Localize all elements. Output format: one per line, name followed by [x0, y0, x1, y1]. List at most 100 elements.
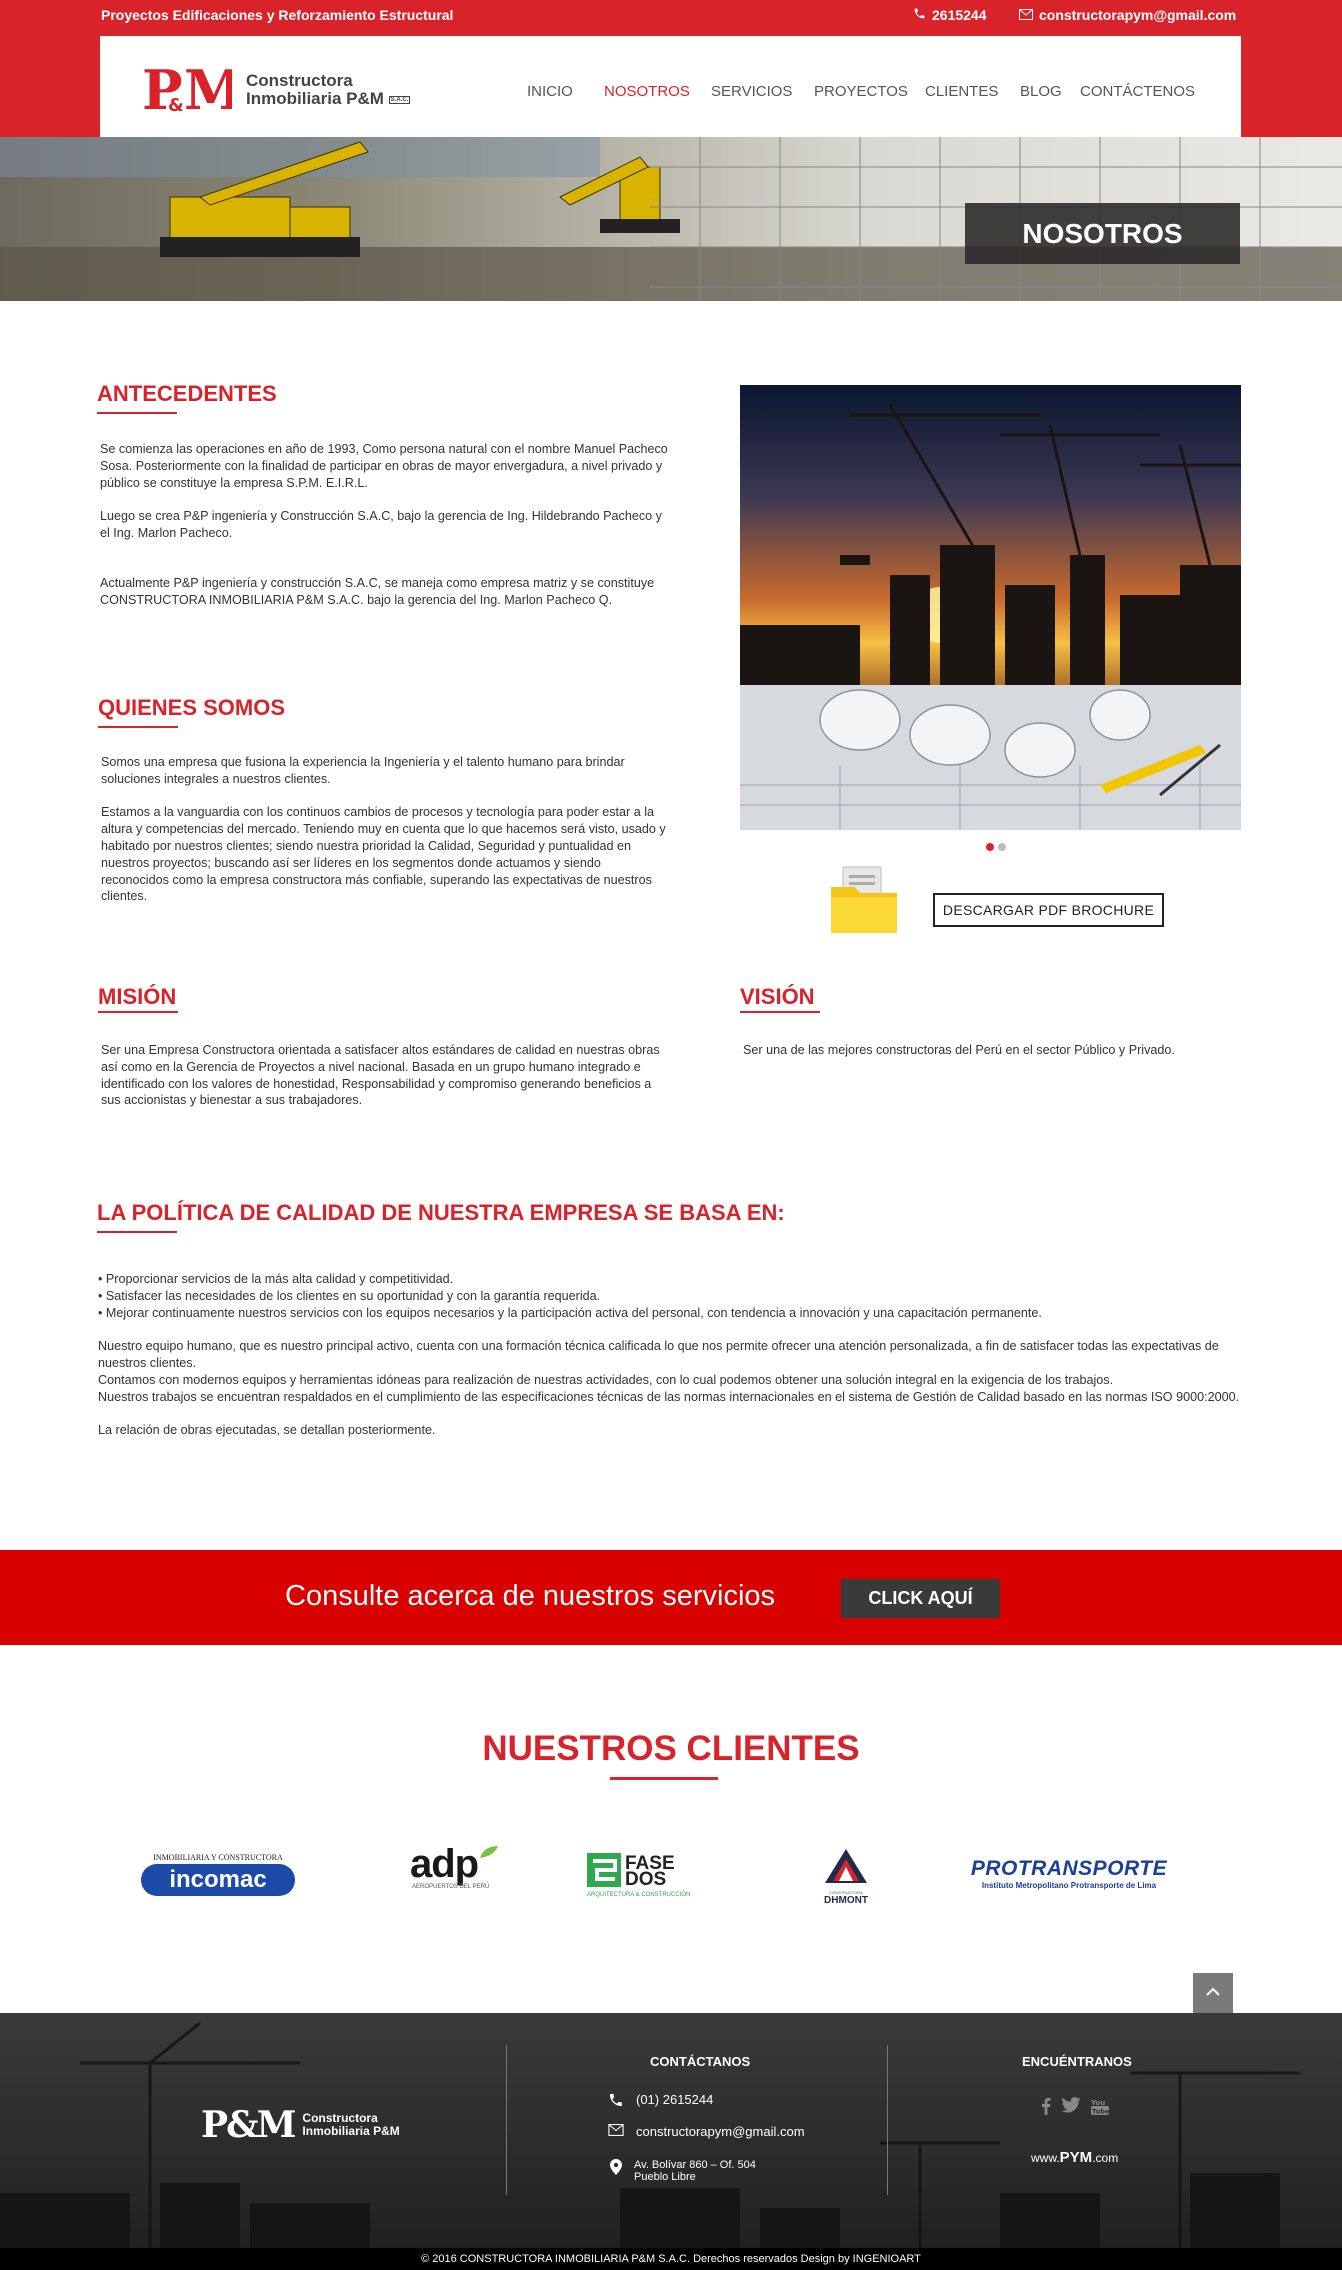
politica-p4: La relación de obras ejecutadas, se deta…	[98, 1423, 436, 1438]
antecedentes-p2: Luego se crea P&P ingeniería y Construcc…	[100, 509, 662, 540]
footer-website-prefix: www.	[1031, 2151, 1060, 2165]
politica-underline	[97, 1231, 177, 1233]
vision-underline	[740, 1011, 820, 1013]
footer-copyright: © 2016 CONSTRUCTORA INMOBILIARIA P&M S.A…	[0, 2248, 1342, 2270]
footer-phone-icon	[608, 2092, 624, 2111]
topbar-phone-number: 2615244	[932, 7, 987, 23]
politica-p1: Nuestro equipo humano, que es nuestro pr…	[98, 1339, 1219, 1370]
client-protransporte[interactable]: PROTRANSPORTE Instituto Metropolitano Pr…	[956, 1856, 1182, 1890]
cta-button[interactable]: CLICK AQUÍ	[841, 1579, 1000, 1618]
topbar-phone[interactable]: 2615244	[913, 7, 987, 23]
download-brochure-button[interactable]: DESCARGAR PDF BROCHURE	[933, 893, 1164, 927]
politica-title: LA POLÍTICA DE CALIDAD DE NUESTRA EMPRES…	[97, 1200, 785, 1225]
footer-logo-text: Constructora Inmobiliaria P&M	[302, 2112, 399, 2138]
logo-suffix: S.A.C.	[388, 95, 411, 104]
politica-bullet-2: • Satisfacer las necesidades de los clie…	[98, 1288, 601, 1303]
dhmont-text: DHMONT	[824, 1894, 868, 1906]
topbar-email-address: constructorapym@gmail.com	[1039, 7, 1237, 23]
slider-dot-2[interactable]	[998, 843, 1006, 851]
svg-text:&: &	[168, 95, 184, 115]
footer-phone[interactable]: (01) 2615244	[608, 2092, 713, 2111]
footer-address: Av. Bolívar 860 – Of. 504 Pueblo Libre	[610, 2159, 756, 2183]
footer-logo[interactable]: P&M Constructora Inmobiliaria P&M	[201, 2104, 400, 2146]
logo-line2: Inmobiliaria P&M S.A.C.	[246, 89, 411, 109]
footer-address-line2: Pueblo Libre	[634, 2171, 696, 2183]
nav-blog[interactable]: BLOG	[1020, 83, 1062, 100]
nav-proyectos[interactable]: PROYECTOS	[814, 83, 908, 100]
logo-line2-text: Inmobiliaria P&M	[246, 89, 384, 109]
antecedentes-p3: Actualmente P&P ingeniería y construcció…	[100, 575, 655, 607]
topbar-email[interactable]: constructorapym@gmail.com	[1019, 7, 1236, 23]
nav-contactenos[interactable]: CONTÁCTENOS	[1080, 83, 1195, 100]
client-dhmont[interactable]: CONSTRUCTORA DHMONT	[815, 1845, 877, 1907]
politica-p3: Nuestros trabajos se encuentran respalda…	[98, 1389, 1240, 1404]
chevron-up-icon	[1206, 1984, 1220, 2002]
nav-inicio[interactable]: INICIO	[527, 83, 573, 100]
quienes-p2: Estamos a la vanguardia con los continuo…	[101, 805, 666, 904]
twitter-icon[interactable]	[1061, 2097, 1081, 2120]
adp-logo: adp	[410, 1842, 479, 1886]
clients-underline	[610, 1777, 718, 1780]
footer-email[interactable]: constructorapym@gmail.com	[608, 2124, 805, 2139]
logo-line1: Constructora	[246, 71, 353, 91]
client-incomac[interactable]: INMOBILIARIA Y CONSTRUCTORA incomac	[140, 1851, 296, 1897]
scroll-to-top-button[interactable]	[1193, 1973, 1233, 2013]
client-fase-dos[interactable]: FASE DOS ARQUITECTURA & CONSTRUCCIÓN	[587, 1852, 707, 1898]
footer-logo-line2: Inmobiliaria P&M	[302, 2124, 400, 2138]
footer: P&M Constructora Inmobiliaria P&M CONTÁC…	[0, 2013, 1342, 2270]
svg-text:Tube: Tube	[1092, 2108, 1109, 2116]
antecedentes-p1: Se comienza las operaciones en año de 19…	[100, 442, 668, 490]
antecedentes-underline	[97, 412, 177, 414]
footer-divider-2	[887, 2045, 888, 2195]
social-links: You Tube	[1041, 2097, 1110, 2120]
footer-find-title: ENCUÉNTRANOS	[1022, 2054, 1132, 2069]
mision-underline	[98, 1011, 178, 1013]
logo-mark: P & M	[142, 58, 244, 122]
vision-text: Ser una de las mejores constructoras del…	[743, 1043, 1175, 1057]
nav-servicios[interactable]: SERVICIOS	[711, 83, 792, 100]
fase-dos-mark-icon	[587, 1852, 621, 1892]
adp-leaf-icon	[478, 1844, 500, 1865]
politica-body: Nuestro equipo humano, que es nuestro pr…	[98, 1338, 1243, 1405]
svg-text:M: M	[184, 61, 232, 115]
svg-text:You: You	[1091, 2099, 1105, 2107]
youtube-icon[interactable]: You Tube	[1090, 2097, 1110, 2120]
protransporte-logo: PROTRANSPORTE	[970, 1856, 1168, 1880]
mision-text: Ser una Empresa Constructora orientada a…	[101, 1043, 660, 1108]
antecedentes-title: ANTECEDENTES	[97, 381, 277, 406]
mision-title: MISIÓN	[98, 984, 177, 1009]
folder-icon[interactable]	[827, 865, 901, 937]
nav-clientes[interactable]: CLIENTES	[925, 83, 998, 100]
footer-address-line1: Av. Bolívar 860 – Of. 504	[634, 2159, 756, 2171]
adp-subtitle: AEROPUERTOS DEL PERÚ	[412, 1884, 490, 1890]
antecedentes-text: Se comienza las operaciones en año de 19…	[100, 441, 670, 608]
header: P & M Constructora Inmobiliaria P&M S.A.…	[100, 36, 1241, 137]
construction-sunset-image	[740, 404, 1241, 830]
location-pin-icon	[610, 2159, 622, 2178]
footer-email-text: constructorapym@gmail.com	[636, 2124, 805, 2139]
politica-text: • Proporcionar servicios de la más alta …	[98, 1271, 1243, 1439]
slider-dot-1[interactable]	[986, 843, 994, 851]
clients-title: NUESTROS CLIENTES	[482, 1729, 860, 1768]
cta-band: Consulte acerca de nuestros servicios CL…	[0, 1550, 1342, 1645]
footer-website-suffix: .com	[1092, 2151, 1119, 2165]
protransporte-subtitle: Instituto Metropolitano Protransporte de…	[981, 1880, 1157, 1890]
vision-title: VISIÓN	[740, 984, 815, 1009]
footer-website-main: PYM	[1059, 2149, 1093, 2166]
facebook-icon[interactable]	[1041, 2097, 1051, 2120]
footer-divider-1	[506, 2045, 507, 2195]
page: Proyectos Edificaciones y Reforzamiento …	[0, 0, 1342, 2270]
logo[interactable]: P & M Constructora Inmobiliaria P&M S.A.…	[142, 58, 411, 122]
footer-phone-text: (01) 2615244	[636, 2092, 714, 2107]
nav-nosotros[interactable]: NOSOTROS	[604, 83, 690, 100]
slider-image[interactable]	[740, 385, 1241, 830]
quienes-p1: Somos una empresa que fusiona la experie…	[101, 755, 625, 786]
politica-bullet-3: • Mejorar continuamente nuestros servici…	[98, 1305, 1042, 1320]
footer-contact-title: CONTÁCTANOS	[650, 2054, 751, 2069]
hero-banner: NOSOTROS	[0, 137, 1342, 301]
footer-website[interactable]: www.PYM.com	[1031, 2149, 1118, 2166]
hero-title: NOSOTROS	[965, 203, 1240, 264]
client-adp[interactable]: adp AEROPUERTOS DEL PERÚ	[410, 1838, 514, 1896]
footer-mail-icon	[608, 2124, 624, 2139]
quienes-text: Somos una empresa que fusiona la experie…	[101, 754, 671, 905]
